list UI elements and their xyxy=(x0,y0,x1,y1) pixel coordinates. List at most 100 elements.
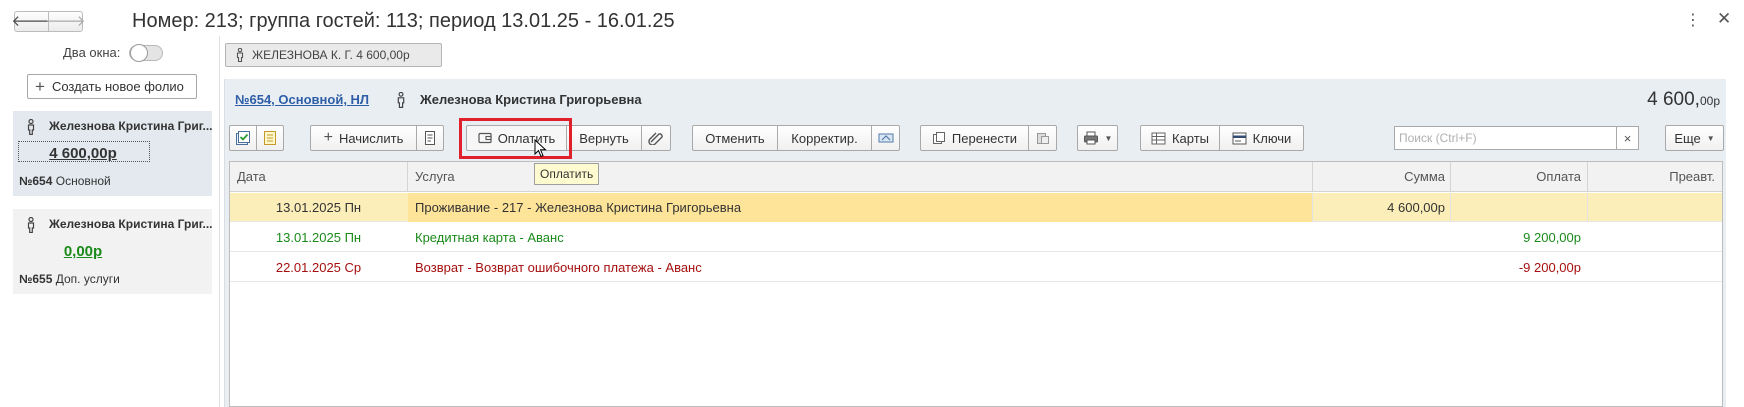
forward-button[interactable]: 🡒 xyxy=(45,11,86,32)
folio-guest-name: Железнова Кристина Григ... xyxy=(49,217,213,231)
create-folio-label: Создать новое фолио xyxy=(51,79,184,94)
cards-label: Карты xyxy=(1171,130,1210,146)
correct-button[interactable]: Корректир. xyxy=(777,125,872,151)
person-icon xyxy=(236,48,244,62)
folio-amount[interactable]: 0,00р xyxy=(13,243,153,260)
keys-label: Ключи xyxy=(1252,130,1292,146)
folio-number: №654 Основной xyxy=(19,174,111,188)
panel-gutter xyxy=(1726,79,1744,407)
column-header-service[interactable]: Услуга xyxy=(415,162,455,192)
toolbar-group-correction: Отменить Корректир. xyxy=(692,125,900,151)
clear-search-button[interactable]: × xyxy=(1616,126,1639,150)
column-header-prepay[interactable]: Преавт. xyxy=(1587,162,1715,192)
keys-button[interactable]: Ключи xyxy=(1219,125,1304,151)
row-service: Возврат - Возврат ошибочного платежа - А… xyxy=(415,260,702,275)
transfer-label: Перенести xyxy=(951,130,1018,146)
back-button[interactable]: 🡐 xyxy=(11,11,52,32)
row-payment: 9 200,00р xyxy=(1523,230,1581,245)
charge-label: Начислить xyxy=(338,130,404,146)
search-input[interactable]: Поиск (Ctrl+F) xyxy=(1394,126,1617,150)
column-divider xyxy=(407,162,408,192)
uncheck-all-button[interactable] xyxy=(256,125,284,151)
return-button[interactable]: Вернуть xyxy=(566,125,642,151)
page-title: Номер: 213; группа гостей: 113; период 1… xyxy=(132,10,675,32)
table-row[interactable]: 22.01.2025 Ср Возврат - Возврат ошибочно… xyxy=(230,253,1722,282)
row-sum: 4 600,00р xyxy=(1387,200,1445,215)
table-header: Дата Услуга Сумма Оплата Преавт. xyxy=(230,162,1722,192)
person-icon xyxy=(27,217,35,233)
row-payment xyxy=(1450,193,1581,222)
copy-icon xyxy=(932,132,945,144)
row-prepay xyxy=(1587,223,1715,252)
invoice-button[interactable] xyxy=(416,125,444,151)
folio-guest-name: Железнова Кристина Григ... xyxy=(49,119,213,133)
charge-button[interactable]: + Начислить xyxy=(310,125,417,151)
paperclip-icon xyxy=(648,132,663,145)
more-actions-icon[interactable]: ⋮ xyxy=(1685,10,1701,30)
attach-button[interactable] xyxy=(641,125,671,151)
transfer-button[interactable]: Перенести xyxy=(920,125,1029,151)
arrow-right-icon: 🡒 xyxy=(45,13,86,30)
folio-amount[interactable]: 4 600,00р xyxy=(13,145,153,162)
guest-tab[interactable]: ЖЕЛЕЗНОВА К. Г. 4 600,00р xyxy=(225,43,442,67)
two-windows-toggle[interactable] xyxy=(129,44,163,62)
toggle-knob xyxy=(130,44,148,62)
printer-icon xyxy=(1083,131,1098,145)
folio-total-cents: 00р xyxy=(1699,94,1720,108)
check-list-icon xyxy=(236,131,250,145)
column-header-sum[interactable]: Сумма xyxy=(1312,162,1445,192)
row-service: Проживание - 217 - Железнова Кристина Гр… xyxy=(408,193,1312,222)
card-icon xyxy=(878,133,893,143)
toolbar-group-cards: Карты Ключи xyxy=(1140,125,1304,151)
chevron-down-icon: ▼ xyxy=(1104,133,1113,143)
document-icon xyxy=(264,131,276,145)
create-folio-button[interactable]: + Создать новое фолио xyxy=(27,74,197,99)
folio-link[interactable]: №654, Основной, НЛ xyxy=(235,92,369,107)
check-all-button[interactable] xyxy=(229,125,257,151)
chevron-down-icon: ▼ xyxy=(1706,133,1715,143)
row-date: 22.01.2025 Ср xyxy=(275,260,362,275)
folio-type: Основной xyxy=(55,174,111,188)
cancel-label: Отменить xyxy=(705,130,765,146)
cards-button[interactable]: Карты xyxy=(1140,125,1220,151)
plus-icon: + xyxy=(323,129,333,146)
table-row[interactable]: 13.01.2025 Пн Проживание - 217 - Железно… xyxy=(230,193,1722,222)
folio-card-extra[interactable]: Железнова Кристина Григ... 0,00р №655 До… xyxy=(13,209,213,294)
guest-tab-label: ЖЕЛЕЗНОВА К. Г. 4 600,00р xyxy=(252,48,410,62)
operations-table: Дата Услуга Сумма Оплата Преавт. 13.01.2… xyxy=(229,161,1723,407)
print-button[interactable]: ▼ xyxy=(1077,125,1118,151)
correct-label: Корректир. xyxy=(791,130,858,146)
cancel-operation-button[interactable]: Отменить xyxy=(692,125,778,151)
row-date: 13.01.2025 Пн xyxy=(275,200,362,215)
receipt-icon xyxy=(425,131,435,145)
row-prepay xyxy=(1587,253,1715,282)
folio-type: Доп. услуги xyxy=(55,272,120,286)
row-prepay xyxy=(1587,193,1715,222)
toolbar-group-select xyxy=(229,125,284,151)
row-sum xyxy=(1312,223,1445,252)
row-service: Кредитная карта - Аванс xyxy=(415,230,564,245)
folio-number-value: №654 xyxy=(19,174,53,188)
pay-tooltip: Оплатить xyxy=(534,163,600,185)
folio-number-value: №655 xyxy=(19,272,53,286)
column-header-payment[interactable]: Оплата xyxy=(1450,162,1581,192)
toolbar-group-print: ▼ xyxy=(1077,125,1118,151)
plus-icon: + xyxy=(35,77,45,96)
person-icon xyxy=(397,92,405,108)
paste-icon xyxy=(1036,133,1049,144)
highlight-frame xyxy=(459,118,572,159)
card-transfer-button[interactable] xyxy=(871,125,900,151)
toolbar-group-charge: + Начислить xyxy=(310,125,444,151)
keycard-icon xyxy=(1232,132,1247,144)
sidebar-divider xyxy=(219,36,220,407)
two-windows-label: Два окна: xyxy=(63,45,121,60)
table-row[interactable]: 13.01.2025 Пн Кредитная карта - Аванс 9 … xyxy=(230,223,1722,252)
table-icon xyxy=(1151,132,1166,144)
close-icon[interactable]: ✕ xyxy=(1717,9,1731,29)
folio-card-main[interactable]: Железнова Кристина Григ... 4 600,00р №65… xyxy=(13,111,213,196)
more-button[interactable]: Еще ▼ xyxy=(1665,125,1724,151)
search-placeholder: Поиск (Ctrl+F) xyxy=(1399,131,1477,145)
column-header-date[interactable]: Дата xyxy=(237,162,266,192)
paste-button[interactable] xyxy=(1028,125,1057,151)
close-icon: × xyxy=(1623,130,1632,146)
